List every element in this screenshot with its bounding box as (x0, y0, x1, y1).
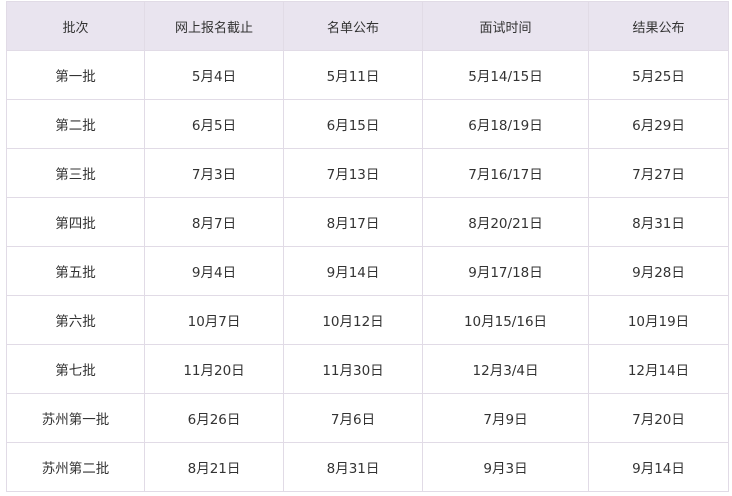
cell-batch: 第五批 (6, 246, 145, 296)
header-list-announcement: 名单公布 (283, 1, 423, 51)
table-row: 苏州第二批 8月21日 8月31日 9月3日 9月14日 (6, 442, 729, 492)
cell-result-announcement: 10月19日 (588, 295, 729, 345)
cell-registration-deadline: 8月7日 (144, 197, 284, 247)
header-batch: 批次 (6, 1, 145, 51)
cell-interview-date: 6月18/19日 (422, 99, 589, 149)
cell-list-announcement: 8月31日 (283, 442, 423, 492)
cell-result-announcement: 6月29日 (588, 99, 729, 149)
table-row: 第一批 5月4日 5月11日 5月14/15日 5月25日 (6, 50, 729, 100)
cell-interview-date: 9月17/18日 (422, 246, 589, 296)
header-registration-deadline: 网上报名截止 (144, 1, 284, 51)
cell-interview-date: 8月20/21日 (422, 197, 589, 247)
cell-list-announcement: 10月12日 (283, 295, 423, 345)
cell-result-announcement: 7月20日 (588, 393, 729, 443)
cell-batch: 第二批 (6, 99, 145, 149)
cell-registration-deadline: 8月21日 (144, 442, 284, 492)
cell-batch: 第一批 (6, 50, 145, 100)
cell-registration-deadline: 6月5日 (144, 99, 284, 149)
cell-interview-date: 9月3日 (422, 442, 589, 492)
cell-batch: 第三批 (6, 148, 145, 198)
cell-registration-deadline: 6月26日 (144, 393, 284, 443)
cell-registration-deadline: 7月3日 (144, 148, 284, 198)
cell-batch: 第四批 (6, 197, 145, 247)
table-body: 第一批 5月4日 5月11日 5月14/15日 5月25日 第二批 6月5日 6… (6, 50, 729, 492)
cell-list-announcement: 11月30日 (283, 344, 423, 394)
header-interview-date: 面试时间 (422, 1, 589, 51)
cell-interview-date: 5月14/15日 (422, 50, 589, 100)
table-row: 第六批 10月7日 10月12日 10月15/16日 10月19日 (6, 295, 729, 345)
cell-list-announcement: 9月14日 (283, 246, 423, 296)
cell-interview-date: 7月16/17日 (422, 148, 589, 198)
cell-result-announcement: 8月31日 (588, 197, 729, 247)
cell-batch: 苏州第二批 (6, 442, 145, 492)
schedule-table-container: 批次 网上报名截止 名单公布 面试时间 结果公布 第一批 5月4日 5月11日 … (6, 1, 729, 492)
cell-list-announcement: 7月13日 (283, 148, 423, 198)
table-row: 苏州第一批 6月26日 7月6日 7月9日 7月20日 (6, 393, 729, 443)
cell-batch: 第六批 (6, 295, 145, 345)
cell-list-announcement: 6月15日 (283, 99, 423, 149)
cell-registration-deadline: 9月4日 (144, 246, 284, 296)
table-row: 第五批 9月4日 9月14日 9月17/18日 9月28日 (6, 246, 729, 296)
cell-result-announcement: 9月14日 (588, 442, 729, 492)
table-row: 第三批 7月3日 7月13日 7月16/17日 7月27日 (6, 148, 729, 198)
table-row: 第七批 11月20日 11月30日 12月3/4日 12月14日 (6, 344, 729, 394)
cell-list-announcement: 5月11日 (283, 50, 423, 100)
cell-interview-date: 10月15/16日 (422, 295, 589, 345)
cell-registration-deadline: 11月20日 (144, 344, 284, 394)
cell-result-announcement: 5月25日 (588, 50, 729, 100)
cell-list-announcement: 8月17日 (283, 197, 423, 247)
cell-result-announcement: 12月14日 (588, 344, 729, 394)
header-result-announcement: 结果公布 (588, 1, 729, 51)
cell-interview-date: 12月3/4日 (422, 344, 589, 394)
cell-batch: 苏州第一批 (6, 393, 145, 443)
cell-interview-date: 7月9日 (422, 393, 589, 443)
cell-result-announcement: 9月28日 (588, 246, 729, 296)
cell-result-announcement: 7月27日 (588, 148, 729, 198)
header-row: 批次 网上报名截止 名单公布 面试时间 结果公布 (6, 1, 729, 51)
cell-batch: 第七批 (6, 344, 145, 394)
cell-registration-deadline: 10月7日 (144, 295, 284, 345)
table-row: 第二批 6月5日 6月15日 6月18/19日 6月29日 (6, 99, 729, 149)
table-row: 第四批 8月7日 8月17日 8月20/21日 8月31日 (6, 197, 729, 247)
cell-list-announcement: 7月6日 (283, 393, 423, 443)
schedule-table: 批次 网上报名截止 名单公布 面试时间 结果公布 第一批 5月4日 5月11日 … (6, 1, 729, 492)
cell-registration-deadline: 5月4日 (144, 50, 284, 100)
table-header: 批次 网上报名截止 名单公布 面试时间 结果公布 (6, 1, 729, 51)
